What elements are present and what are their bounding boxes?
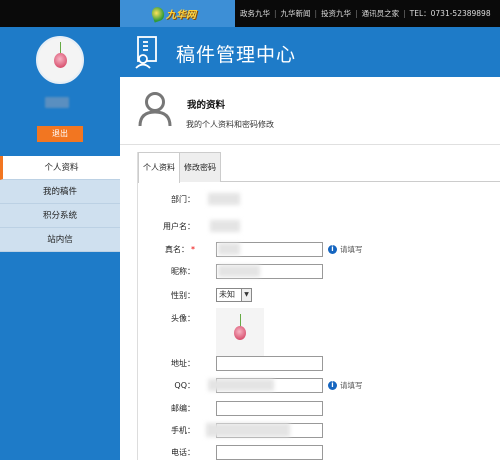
username-blurred xyxy=(45,97,69,108)
realname-hint: i 请填写 xyxy=(328,244,363,255)
gender-select[interactable]: 未知 ▼ xyxy=(216,288,252,302)
mobile-value-blurred xyxy=(206,423,290,437)
nav-link-news[interactable]: 九华新闻 xyxy=(281,8,311,19)
sidebar-item-my-articles[interactable]: 我的稿件 xyxy=(0,180,120,204)
postcode-field[interactable] xyxy=(216,400,323,416)
phone-label: 电话： xyxy=(171,447,195,457)
form-panel: 个人资料 修改密码 部门： 用户名： 真名： * i 请填写 昵称： 性别： 未… xyxy=(137,152,500,460)
realname-hint-text: 请填写 xyxy=(340,245,363,254)
info-icon: i xyxy=(328,245,337,254)
postcode-label: 邮编： xyxy=(171,403,195,413)
qq-value-blurred xyxy=(208,379,274,391)
top-nav: 政务九华 | 九华新闻 | 投资九华 | 通讯员之家 | TEL：0731-52… xyxy=(240,0,500,27)
avatar-image[interactable] xyxy=(216,308,264,357)
qq-hint: i 请填写 xyxy=(328,380,363,391)
profile-subtitle: 我的个人资料和密码修改 xyxy=(186,120,274,129)
nickname-label: 昵称： xyxy=(171,266,195,276)
realname-row: 真名： * i 请填写 xyxy=(138,241,500,257)
sidebar-item-points[interactable]: 积分系统 xyxy=(0,204,120,228)
user-silhouette-icon xyxy=(138,92,172,127)
chevron-down-icon: ▼ xyxy=(241,289,251,301)
nav-link-gov[interactable]: 政务九华 xyxy=(240,8,270,19)
username-value-blurred xyxy=(210,220,240,232)
gender-value: 未知 xyxy=(219,290,235,299)
postcode-row: 邮编： xyxy=(138,400,500,416)
realname-label-wrap: 真名： * xyxy=(138,244,195,255)
phone-field[interactable] xyxy=(216,444,323,460)
nickname-row: 昵称： xyxy=(138,263,500,279)
avatar-row: 头像： xyxy=(138,308,500,357)
logout-button[interactable]: 退出 xyxy=(37,126,83,142)
realname-label: 真名： xyxy=(165,244,189,254)
sidebar: 退出 个人资料 我的稿件 积分系统 站内信 xyxy=(0,27,120,460)
flower-icon xyxy=(54,53,67,68)
username-label: 用户名： xyxy=(163,221,195,231)
main-header: 稿件管理中心 xyxy=(120,27,500,77)
nav-separator: | xyxy=(274,9,277,18)
tab-bar: 个人资料 修改密码 xyxy=(138,152,500,183)
profile-title: 我的资料 xyxy=(187,100,226,111)
phone-row: 电话： xyxy=(138,444,500,460)
address-field[interactable] xyxy=(216,355,323,371)
qq-row: QQ： i 请填写 xyxy=(138,377,500,393)
mobile-row: 手机： xyxy=(138,422,500,438)
nav-link-invest[interactable]: 投资九华 xyxy=(321,8,351,19)
tab-profile[interactable]: 个人资料 xyxy=(138,152,180,183)
info-icon: i xyxy=(328,381,337,390)
main-content: 我的资料 我的个人资料和密码修改 个人资料 修改密码 部门： 用户名： 真名： *… xyxy=(120,77,500,460)
site-logo[interactable]: 九华网 xyxy=(149,4,196,23)
document-user-icon xyxy=(135,36,157,69)
avatar-label: 头像： xyxy=(171,313,195,323)
qq-hint-text: 请填写 xyxy=(340,381,363,390)
nav-separator: | xyxy=(403,9,406,18)
sidebar-item-messages[interactable]: 站内信 xyxy=(0,228,120,252)
page-title: 稿件管理中心 xyxy=(176,44,297,66)
tab-change-password[interactable]: 修改密码 xyxy=(180,152,221,182)
qq-label: QQ： xyxy=(174,380,195,390)
nav-separator: | xyxy=(314,9,318,18)
sidebar-menu: 个人资料 我的稿件 积分系统 站内信 xyxy=(0,156,120,252)
department-label: 部门： xyxy=(171,194,195,204)
nav-separator: | xyxy=(355,9,358,18)
flower-icon xyxy=(234,326,246,340)
logo-text: 九华网 xyxy=(166,10,196,21)
username-row: 用户名： xyxy=(138,218,500,234)
avatar xyxy=(36,36,84,84)
address-label: 地址： xyxy=(171,358,195,368)
department-value-blurred xyxy=(208,193,240,205)
nav-link-correspondent[interactable]: 通讯员之家 xyxy=(362,8,400,19)
gender-label: 性别： xyxy=(171,290,195,300)
address-row: 地址： xyxy=(138,355,500,371)
realname-value-blurred xyxy=(218,243,240,255)
required-mark: * xyxy=(191,244,195,254)
department-row: 部门： xyxy=(138,191,500,207)
mobile-label: 手机： xyxy=(171,425,195,435)
nickname-value-blurred xyxy=(218,265,260,277)
sidebar-item-profile[interactable]: 个人资料 xyxy=(0,156,120,180)
logo-leaf-icon xyxy=(149,4,167,23)
divider xyxy=(120,144,500,145)
nav-phone: TEL：0731-52389898 xyxy=(409,9,491,18)
gender-row: 性别： 未知 ▼ xyxy=(138,287,500,303)
